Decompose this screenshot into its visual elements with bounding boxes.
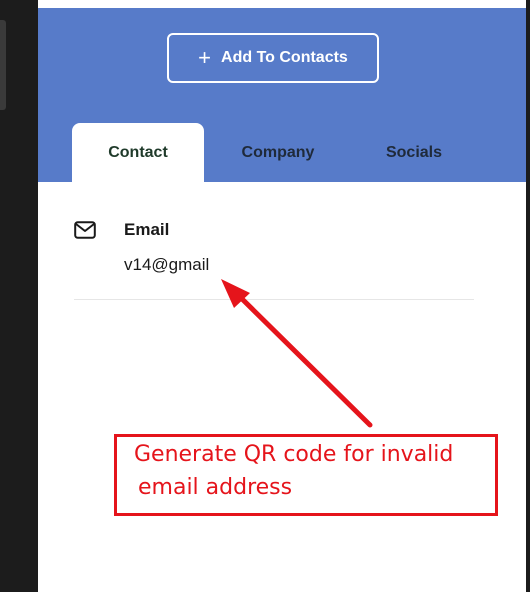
tab-contact[interactable]: Contact	[72, 123, 204, 182]
phone-frame-right	[526, 0, 530, 592]
email-value[interactable]: v14@gmail	[124, 255, 209, 275]
divider	[74, 299, 474, 300]
phone-frame-left	[0, 0, 38, 592]
email-label: Email	[124, 220, 170, 239]
mail-icon	[74, 221, 96, 239]
annotation-line-2: email address	[138, 475, 293, 500]
plus-icon: +	[198, 45, 212, 70]
profile-header: + Add To Contacts Contact Company Social…	[38, 8, 526, 182]
phone-side-button	[0, 20, 6, 110]
add-to-contacts-label: Add To Contacts	[221, 49, 348, 66]
annotation-callout: Generate QR code for invalid email addre…	[114, 434, 498, 516]
annotation-line-1: Generate QR code for invalid	[134, 442, 454, 467]
app-screen: + Add To Contacts Contact Company Social…	[38, 0, 526, 592]
tab-company[interactable]: Company	[212, 123, 344, 182]
add-to-contacts-button[interactable]: + Add To Contacts	[167, 33, 379, 83]
tab-socials[interactable]: Socials	[348, 123, 480, 182]
